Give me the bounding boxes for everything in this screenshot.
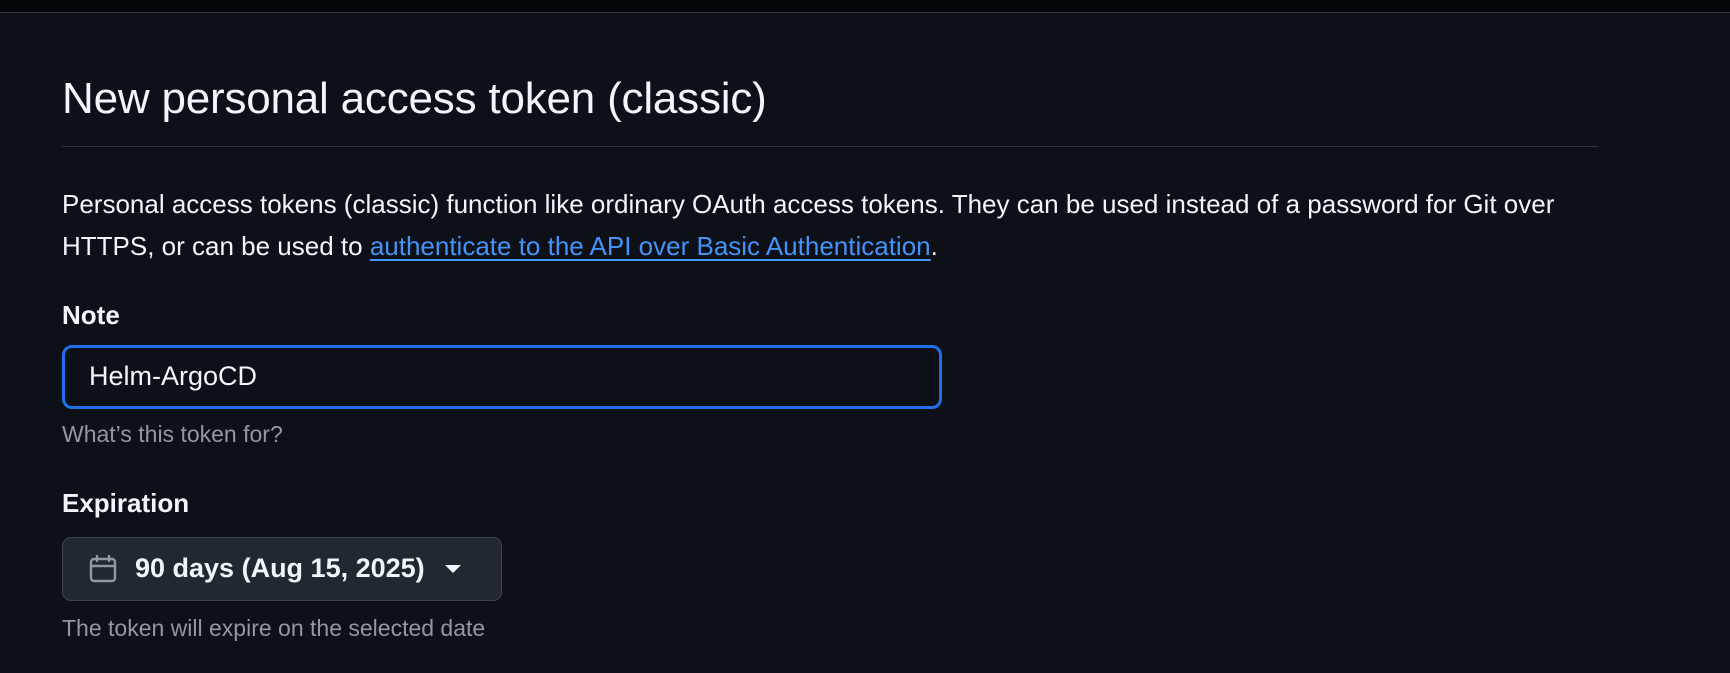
basic-auth-link[interactable]: authenticate to the API over Basic Authe… (370, 231, 931, 261)
note-hint: What’s this token for? (62, 420, 283, 447)
expiration-selected-value: 90 days (Aug 15, 2025) (135, 553, 425, 584)
note-input[interactable] (62, 344, 942, 409)
expiration-hint: The token will expire on the selected da… (62, 614, 486, 641)
description-end: . (930, 230, 938, 261)
token-form: New personal access token (classic) Pers… (62, 13, 1598, 642)
description: Personal access tokens (classic) functio… (62, 183, 1598, 267)
expiration-select[interactable]: 90 days (Aug 15, 2025) (62, 536, 502, 601)
expiration-label: Expiration (62, 487, 190, 518)
note-label: Note (62, 299, 120, 330)
calendar-icon (87, 553, 119, 585)
chevron-down-icon (444, 564, 461, 573)
title-divider (62, 145, 1598, 147)
top-border (0, 0, 1730, 13)
page-title: New personal access token (classic) (62, 74, 767, 123)
